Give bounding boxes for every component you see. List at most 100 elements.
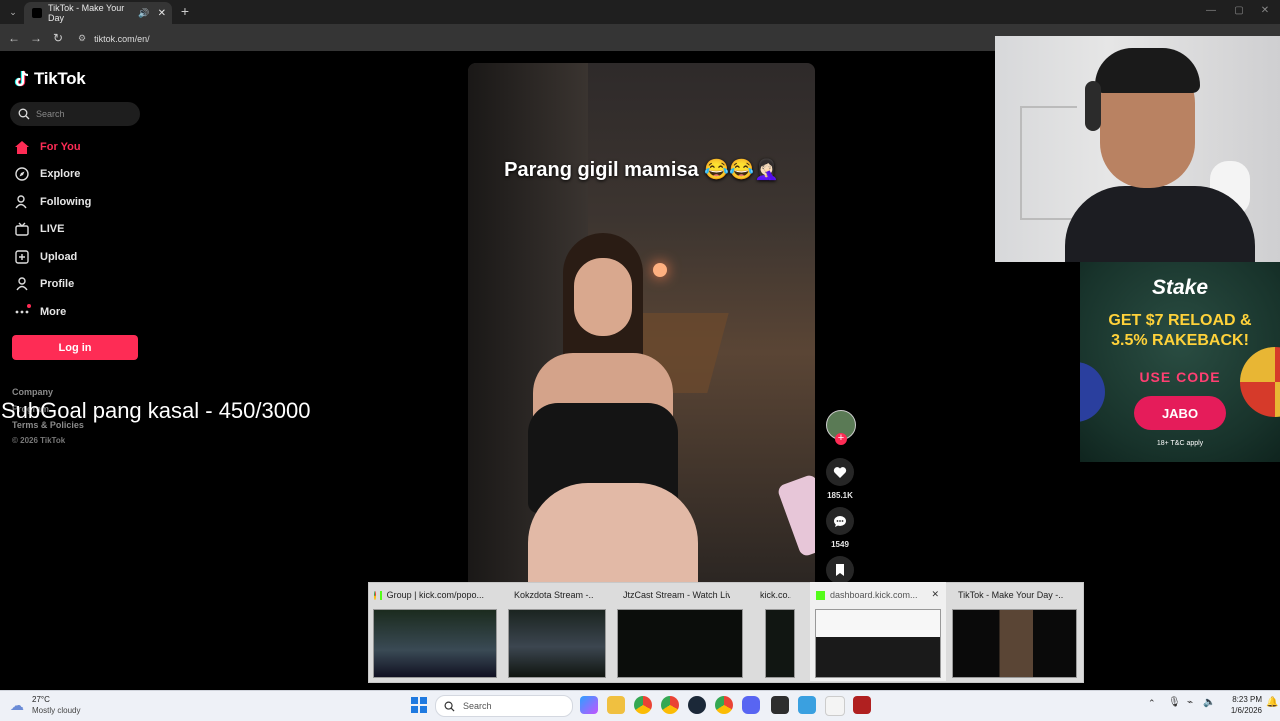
footer-copyright: © 2026 TikTok [12,436,66,445]
bookmark-icon [836,564,844,576]
ad-headline-1: GET $7 RELOAD & [1108,312,1252,329]
discord-icon[interactable] [742,696,760,714]
dota-icon[interactable] [853,696,871,714]
preview-window-1[interactable]: Group | kick.com/popo... [368,582,502,681]
stake-ad-banner[interactable]: Stake GET $7 RELOAD & 3.5% RAKEBACK! USE… [1080,262,1280,462]
nav-upload[interactable]: Upload [12,246,152,268]
browser-tab-strip [0,0,1280,24]
app-icon[interactable] [798,696,816,714]
preview-title: Group | kick.com/popo... [386,590,484,600]
preview-close-icon[interactable]: ✕ [931,589,939,600]
preview-window-5[interactable]: dashboard.kick.com... ✕ [810,582,946,681]
preview-thumbnail [815,609,941,678]
steam-icon[interactable] [688,696,706,714]
tray-chevron-icon[interactable]: ⌃ [1148,698,1156,709]
nav-more[interactable]: More [12,301,152,323]
windows-start-icon[interactable] [411,697,427,713]
webcam-feed [995,36,1280,262]
chrome-taskbar-icon-1[interactable] [634,696,652,714]
preview-window-3[interactable]: JtzCast Stream - Watch Liv... [612,582,748,681]
preview-window-2[interactable]: Kokzdota Stream -... [503,582,611,681]
login-button[interactable]: Log in [12,335,138,360]
tab-audio-icon[interactable]: 🔊 [138,8,149,19]
nav-explore[interactable]: Explore [12,163,152,185]
ad-headline-2: 3.5% RAKEBACK! [1111,332,1249,349]
chrome-icon [374,590,376,600]
weather-temp[interactable]: 27°C [32,695,50,704]
preview-title: Kokzdota Stream -... [514,590,593,600]
address-bar[interactable]: ⚙ tiktok.com/en/ [78,30,978,47]
webcam-headphone [1085,81,1101,131]
comment-button[interactable] [826,507,854,535]
window-close-icon[interactable]: ✕ [1258,4,1272,18]
preview-title: kick.co... [760,590,791,600]
search-box[interactable]: Search [10,102,140,126]
preview-window-4[interactable]: kick.co... [749,582,809,681]
like-count: 185.1K [827,491,853,500]
new-tab-icon[interactable]: + [178,4,192,18]
preview-window-6[interactable]: TikTok - Make Your Day -... [947,582,1082,681]
ad-code-button[interactable]: JABO [1134,396,1226,430]
video-person [528,233,698,590]
live-icon [12,219,32,239]
follow-plus-icon[interactable]: + [835,433,847,445]
profile-icon [12,274,32,294]
webcam-gate [1020,106,1077,220]
file-explorer-icon[interactable] [607,696,625,714]
nav-for-you[interactable]: For You [12,136,152,158]
chrome-taskbar-icon-2[interactable] [661,696,679,714]
minimize-icon[interactable]: — [1204,4,1218,18]
video-caption: Parang gigil mamisa 😂😂🤦🏻‍♀️ [504,159,779,181]
nav-live[interactable]: LIVE [12,218,152,240]
chrome-taskbar-icon-3[interactable] [715,696,733,714]
nav-following[interactable]: Following [12,191,152,213]
ad-code: JABO [1161,405,1199,421]
tab-title: TikTok - Make Your Day [48,3,125,23]
login-label: Log in [58,341,92,354]
tab-close-icon[interactable]: ✕ [158,8,166,19]
url-text: tiktok.com/en/ [94,33,150,44]
home-icon [12,137,32,157]
tiktok-logo[interactable]: TikTok [14,69,86,89]
search-icon [18,108,30,120]
back-icon[interactable]: ← [8,31,22,45]
weather-icon[interactable]: ☁ [10,695,30,715]
tiktok-favicon-icon [32,8,42,18]
search-placeholder: Search [36,109,65,119]
video-player[interactable]: Parang gigil mamisa 😂😂🤦🏻‍♀️ [468,63,815,590]
obs-icon[interactable] [771,696,789,714]
webcam-hair [1095,48,1200,93]
webcam-shirt [1065,186,1255,262]
preview-thumbnail [373,609,497,678]
heart-icon [833,466,847,478]
nav-label: For You [40,141,81,153]
network-icon[interactable]: ⌁ [1187,697,1193,708]
microphone-icon[interactable]: 🎙 [1168,697,1181,708]
clock-time[interactable]: 8:23 PM [1222,695,1262,704]
browser-tab-tiktok[interactable]: TikTok - Make Your Day 🔊 ✕ [24,2,172,24]
preview-thumbnail [765,609,795,678]
notepad-icon[interactable] [825,696,845,716]
nav-label: LIVE [40,223,65,235]
more-icon [12,302,32,322]
video-scene-phone [776,473,815,558]
footer-company[interactable]: Company [12,387,53,397]
upload-icon [12,247,32,267]
volume-icon[interactable]: 🔈 [1203,697,1215,708]
bookmark-button[interactable] [826,556,854,584]
taskbar-search[interactable]: Search [435,695,573,717]
reload-icon[interactable]: ↻ [53,31,67,45]
nav-profile[interactable]: Profile [12,273,152,295]
clock-date[interactable]: 1/6/2026 [1220,706,1262,715]
notifications-icon[interactable]: 🔔 [1266,697,1278,708]
forward-icon[interactable]: → [30,31,44,45]
copilot-icon[interactable] [580,696,598,714]
site-info-icon[interactable]: ⚙ [78,33,86,44]
ad-disclaimer: 18+ T&C apply [1156,440,1204,447]
maximize-icon[interactable]: ▢ [1232,4,1246,18]
ad-brand: Stake [1151,276,1209,299]
kick-icon [379,590,382,600]
like-button[interactable] [826,458,854,486]
tab-search-chevron-icon[interactable]: ⌄ [6,5,20,19]
preview-title: dashboard.kick.com... [830,590,918,600]
